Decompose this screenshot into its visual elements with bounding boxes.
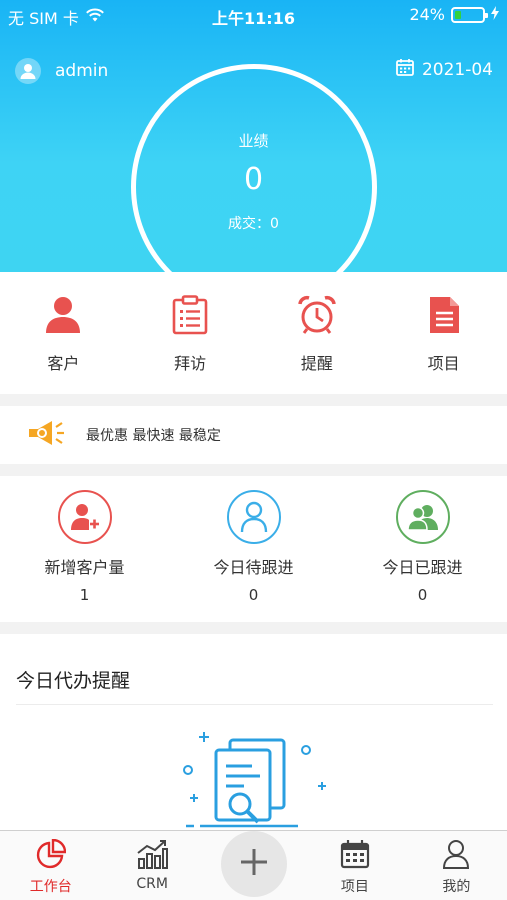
bar-chart-icon <box>136 839 169 873</box>
megaphone-icon <box>26 418 66 452</box>
clipboard-icon <box>169 294 211 336</box>
tab-label-crm: CRM <box>136 876 168 892</box>
tab-crm[interactable]: CRM <box>101 831 202 900</box>
bottom-tab-bar: 工作台 CRM 项目 我的 <box>0 830 507 900</box>
stat-done-follow-up[interactable]: 今日已跟进 0 <box>338 476 507 622</box>
add-user-icon <box>57 490 112 544</box>
stat-value-new-customers: 1 <box>79 586 90 604</box>
tab-label-project: 项目 <box>340 879 369 895</box>
month-picker[interactable]: 2021-04 <box>396 58 493 81</box>
profile-icon <box>441 839 471 873</box>
performance-label: 业绩 <box>238 132 269 150</box>
charging-icon <box>491 5 499 24</box>
add-button[interactable] <box>220 831 287 897</box>
quick-item-project[interactable]: 项目 <box>380 272 507 394</box>
quick-menu: 客户 拜访 提醒 项目 <box>0 272 507 394</box>
alarm-clock-icon <box>296 294 338 336</box>
stat-pending-follow-up[interactable]: 今日待跟进 0 <box>169 476 338 622</box>
announcement-text: 最优惠 最快速 最稳定 <box>86 428 221 444</box>
quick-label-visit: 拜访 <box>174 354 207 373</box>
tab-label-workbench: 工作台 <box>29 879 72 895</box>
calendar-icon <box>340 839 370 873</box>
deal-count: 成交：0 <box>228 216 279 232</box>
document-icon <box>423 294 465 336</box>
month-text: 2021-04 <box>421 59 493 80</box>
person-outline-icon <box>226 490 281 544</box>
battery-fill <box>455 10 461 19</box>
stat-new-customers[interactable]: 新增客户量 1 <box>0 476 169 622</box>
username: admin <box>55 61 109 81</box>
quick-label-customer: 客户 <box>47 354 80 373</box>
stat-label-done: 今日已跟进 <box>382 558 463 577</box>
tab-mine[interactable]: 我的 <box>406 831 507 900</box>
status-right: 24% <box>409 5 499 24</box>
stat-label-pending: 今日待跟进 <box>213 558 294 577</box>
pie-chart-icon <box>36 838 66 873</box>
quick-item-customer[interactable]: 客户 <box>0 272 127 394</box>
quick-label-project: 项目 <box>427 354 460 373</box>
status-bar: 无 SIM 卡 上午11:16 24% <box>0 0 507 30</box>
customer-icon <box>42 294 84 336</box>
group-icon <box>395 490 450 544</box>
performance-header: 无 SIM 卡 上午11:16 24% admin 2021-04 业绩 0 成… <box>0 0 507 272</box>
quick-item-reminder[interactable]: 提醒 <box>254 272 381 394</box>
todo-title: 今日代办提醒 <box>16 670 131 692</box>
todo-section: 今日代办提醒 <box>0 634 507 834</box>
stat-value-done: 0 <box>417 586 428 604</box>
follow-up-stats: 新增客户量 1 今日待跟进 0 今日已跟进 0 <box>0 476 507 622</box>
tab-label-mine: 我的 <box>442 879 471 895</box>
tab-add <box>203 831 304 900</box>
app-root: 无 SIM 卡 上午11:16 24% admin 2021-04 业绩 0 成… <box>0 0 507 900</box>
user-info[interactable]: admin <box>15 58 108 84</box>
empty-documents-illustration <box>183 732 326 828</box>
quick-label-reminder: 提醒 <box>300 354 333 373</box>
tab-project[interactable]: 项目 <box>304 831 405 900</box>
todo-divider <box>16 704 493 705</box>
quick-item-visit[interactable]: 拜访 <box>127 272 254 394</box>
plus-icon <box>239 847 269 881</box>
stat-label-new-customers: 新增客户量 <box>44 558 125 577</box>
user-avatar-icon <box>15 58 41 84</box>
tab-workbench[interactable]: 工作台 <box>0 831 101 900</box>
battery-percent: 24% <box>409 5 445 24</box>
calendar-icon <box>396 58 414 81</box>
battery-icon <box>451 6 488 23</box>
performance-value: 0 <box>243 162 264 197</box>
stat-value-pending: 0 <box>248 586 259 604</box>
announcement-bar[interactable]: 最优惠 最快速 最稳定 <box>0 406 507 464</box>
